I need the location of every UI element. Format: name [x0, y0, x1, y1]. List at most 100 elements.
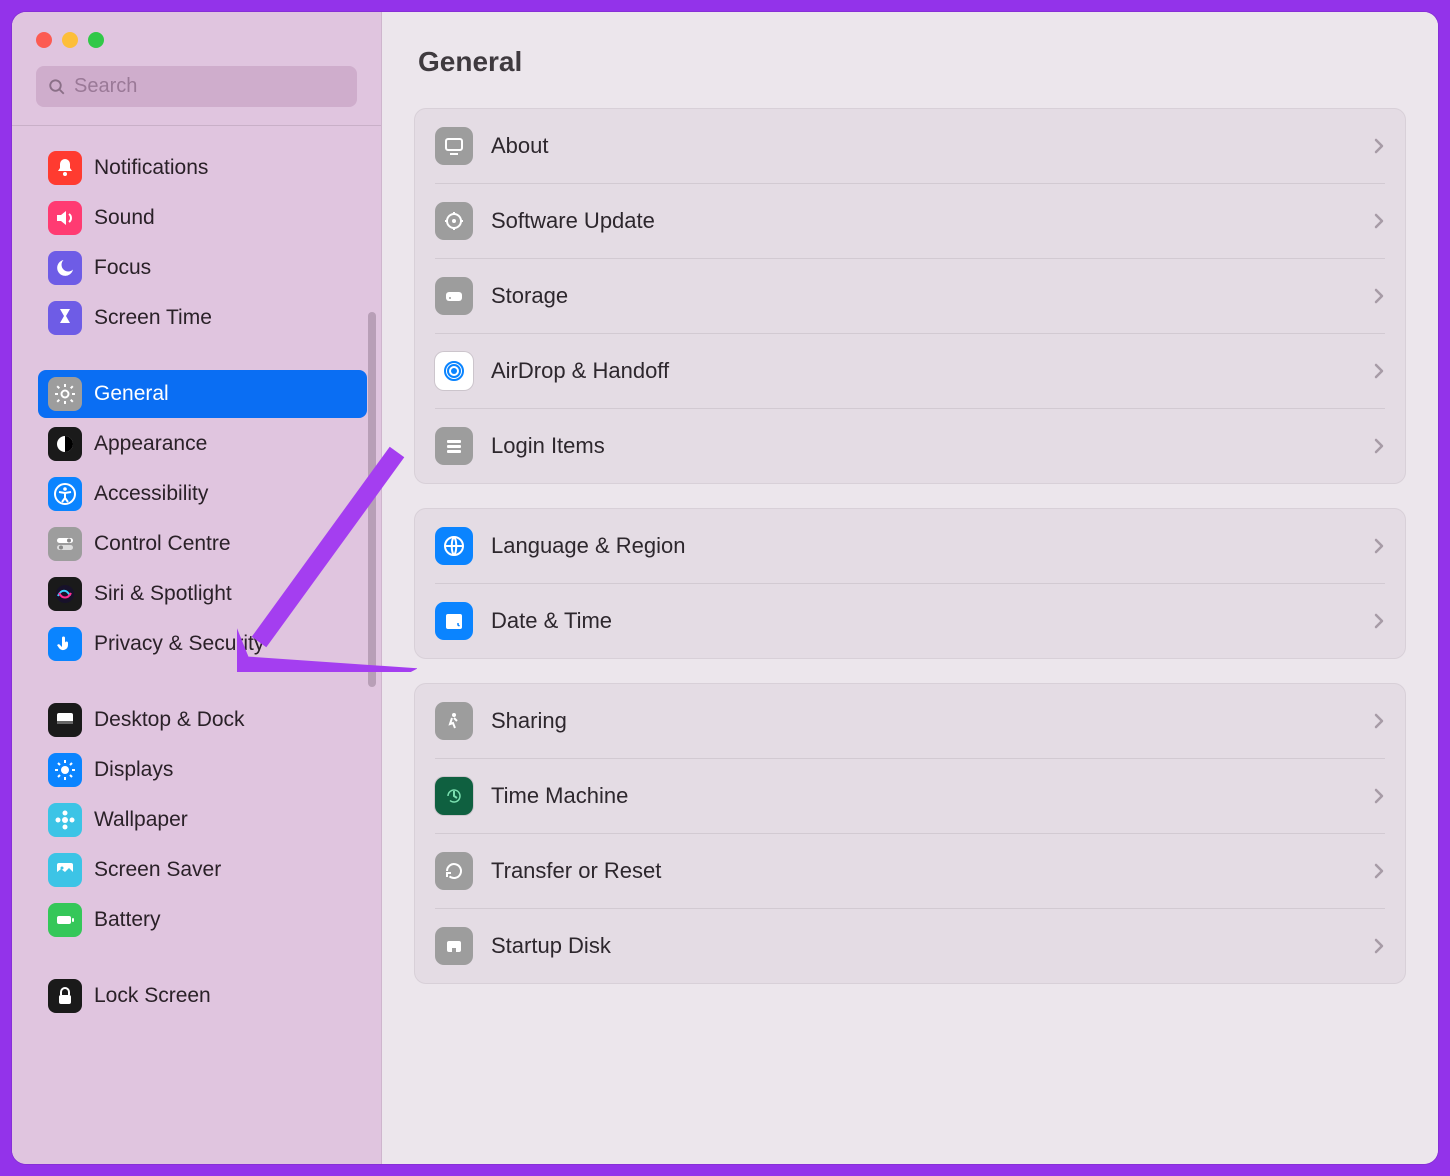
sidebar-item-label: Focus [94, 256, 151, 280]
chevron-right-icon [1373, 287, 1385, 305]
sidebar-item-label: General [94, 382, 169, 406]
sidebar-item-wallpaper[interactable]: Wallpaper [38, 796, 367, 844]
sidebar-group: Notifications Sound Focus Screen Time [38, 144, 367, 342]
fullscreen-window-button[interactable] [88, 32, 104, 48]
speaker-icon [48, 201, 82, 235]
close-window-button[interactable] [36, 32, 52, 48]
row-label: AirDrop & Handoff [491, 358, 1373, 384]
sidebar-group: Lock Screen [38, 972, 367, 1020]
row-label: Language & Region [491, 533, 1373, 559]
scrollbar-thumb[interactable] [368, 312, 376, 687]
sidebar-item-displays[interactable]: Displays [38, 746, 367, 794]
sidebar-item-battery[interactable]: Battery [38, 896, 367, 944]
sidebar-item-label: Desktop & Dock [94, 708, 245, 732]
sidebar-item-label: Control Centre [94, 532, 231, 556]
globe-icon [435, 527, 473, 565]
chevron-right-icon [1373, 137, 1385, 155]
sidebar-list: Notifications Sound Focus Screen Time Genera… [12, 134, 381, 1164]
row-label: About [491, 133, 1373, 159]
row-label: Transfer or Reset [491, 858, 1373, 884]
sidebar-item-siri-spotlight[interactable]: Siri & Spotlight [38, 570, 367, 618]
brightness-icon [48, 753, 82, 787]
window-controls [12, 12, 381, 66]
storage-icon [435, 277, 473, 315]
divider [12, 125, 381, 126]
row-login-items[interactable]: Login Items [435, 408, 1385, 483]
sidebar-group: General AppearanceAccessibility Control Ce… [38, 370, 367, 668]
row-storage[interactable]: Storage [435, 258, 1385, 333]
chevron-right-icon [1373, 612, 1385, 630]
row-label: Time Machine [491, 783, 1373, 809]
page-title: General [414, 46, 1406, 78]
search-input[interactable] [74, 75, 345, 98]
sidebar-item-sound[interactable]: Sound [38, 194, 367, 242]
settings-window: Notifications Sound Focus Screen Time Genera… [12, 12, 1438, 1164]
content-pane: General About Software Update Storage AirDr… [382, 12, 1438, 1164]
sidebar-item-label: Screen Saver [94, 858, 221, 882]
sidebar-item-label: Privacy & Security [94, 632, 264, 656]
flower-icon [48, 803, 82, 837]
hourglass-icon [48, 301, 82, 335]
search-field[interactable] [36, 66, 357, 107]
hand-icon [48, 627, 82, 661]
sidebar-item-privacy-security[interactable]: Privacy & Security [38, 620, 367, 668]
timemachine-icon [435, 777, 473, 815]
sidebar-item-label: Wallpaper [94, 808, 188, 832]
row-label: Software Update [491, 208, 1373, 234]
chevron-right-icon [1373, 787, 1385, 805]
sidebar-item-notifications[interactable]: Notifications [38, 144, 367, 192]
sidebar-item-appearance[interactable]: Appearance [38, 420, 367, 468]
airdrop-icon [435, 352, 473, 390]
chevron-right-icon [1373, 937, 1385, 955]
sidebar-item-desktop-dock[interactable]: Desktop & Dock [38, 696, 367, 744]
disk-icon [435, 927, 473, 965]
row-about[interactable]: About [415, 109, 1405, 183]
sidebar-item-label: Siri & Spotlight [94, 582, 232, 606]
reset-icon [435, 852, 473, 890]
row-language-region[interactable]: Language & Region [415, 509, 1405, 583]
row-airdrop-handoff[interactable]: AirDrop & Handoff [435, 333, 1385, 408]
row-label: Date & Time [491, 608, 1373, 634]
sidebar-item-label: Displays [94, 758, 173, 782]
walking-icon [435, 702, 473, 740]
sidebar-item-control-centre[interactable]: Control Centre [38, 520, 367, 568]
chevron-right-icon [1373, 862, 1385, 880]
row-startup-disk[interactable]: Startup Disk [435, 908, 1385, 983]
list-icon [435, 427, 473, 465]
sidebar-item-lock-screen[interactable]: Lock Screen [38, 972, 367, 1020]
row-label: Storage [491, 283, 1373, 309]
row-label: Login Items [491, 433, 1373, 459]
minimize-window-button[interactable] [62, 32, 78, 48]
row-transfer-or-reset[interactable]: Transfer or Reset [435, 833, 1385, 908]
chevron-right-icon [1373, 537, 1385, 555]
row-label: Startup Disk [491, 933, 1373, 959]
appearance-icon [48, 427, 82, 461]
sidebar-group: Desktop & Dock Displays Wallpaper Screen Sa… [38, 696, 367, 944]
settings-panel: Sharing Time Machine Transfer or Reset Star… [414, 683, 1406, 984]
chevron-right-icon [1373, 212, 1385, 230]
display-icon [435, 127, 473, 165]
row-label: Sharing [491, 708, 1373, 734]
chevron-right-icon [1373, 712, 1385, 730]
sidebar-item-accessibility[interactable]: Accessibility [38, 470, 367, 518]
sidebar-item-focus[interactable]: Focus [38, 244, 367, 292]
settings-panel: About Software Update Storage AirDrop & Han… [414, 108, 1406, 484]
toggles-icon [48, 527, 82, 561]
sidebar-item-label: Sound [94, 206, 155, 230]
sidebar-item-screen-time[interactable]: Screen Time [38, 294, 367, 342]
siri-icon [48, 577, 82, 611]
sidebar: Notifications Sound Focus Screen Time Genera… [12, 12, 382, 1164]
dock-icon [48, 703, 82, 737]
row-time-machine[interactable]: Time Machine [435, 758, 1385, 833]
update-gear-icon [435, 202, 473, 240]
screensaver-icon [48, 853, 82, 887]
row-software-update[interactable]: Software Update [435, 183, 1385, 258]
lock-icon [48, 979, 82, 1013]
sidebar-item-label: Notifications [94, 156, 208, 180]
sidebar-item-general[interactable]: General [38, 370, 367, 418]
sidebar-item-screen-saver[interactable]: Screen Saver [38, 846, 367, 894]
row-sharing[interactable]: Sharing [415, 684, 1405, 758]
sidebar-item-label: Lock Screen [94, 984, 211, 1008]
moon-icon [48, 251, 82, 285]
row-date-time[interactable]: Date & Time [435, 583, 1385, 658]
